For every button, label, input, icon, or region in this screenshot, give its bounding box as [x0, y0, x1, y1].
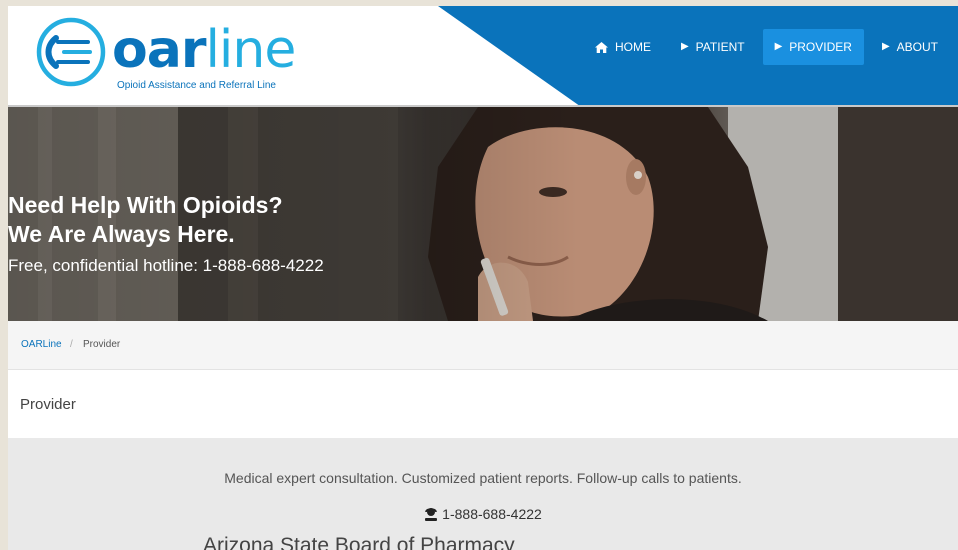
logo-tagline: Opioid Assistance and Referral Line — [117, 80, 276, 91]
breadcrumb-current: Provider — [83, 339, 121, 350]
nav-label-patient: PATIENT — [695, 40, 745, 54]
breadcrumb-home-link[interactable]: OARLine — [21, 321, 62, 369]
page-title: Provider — [20, 396, 76, 413]
logo-word-bold: oar — [112, 20, 206, 80]
nav-item-home[interactable]: HOME — [583, 29, 663, 65]
home-icon — [594, 41, 615, 53]
panel-phone-row: 1-888-688-4222 — [8, 506, 958, 522]
main-nav: HOME ▶ PATIENT ▶ PROVIDER ▶ ABOUT — [577, 29, 958, 65]
page: oarline Opioid Assistance and Referral L… — [8, 6, 958, 550]
nav-label-provider: PROVIDER — [789, 40, 852, 54]
hero-subtext: Free, confidential hotline: 1-888-688-42… — [8, 256, 324, 275]
panel-description: Medical expert consultation. Customized … — [224, 470, 742, 486]
caret-right-icon: ▶ — [774, 41, 783, 52]
phone-operator-icon — [424, 507, 438, 521]
breadcrumb: OARLine / Provider — [8, 321, 958, 370]
breadcrumb-separator: / — [70, 339, 73, 350]
hero-heading-line2: We Are Always Here. — [8, 221, 235, 247]
logo-word-thin: line — [205, 20, 296, 80]
site-logo[interactable]: oarline Opioid Assistance and Referral L… — [34, 14, 334, 94]
logo-wordmark: oarline — [112, 20, 296, 80]
nav-label-about: ABOUT — [896, 40, 938, 54]
nav-item-patient[interactable]: ▶ PATIENT — [669, 29, 757, 65]
caret-right-icon: ▶ — [680, 41, 689, 52]
nav-item-about[interactable]: ▶ ABOUT — [870, 29, 950, 65]
caret-right-icon: ▶ — [881, 41, 890, 52]
nav-label-home: HOME — [614, 40, 651, 54]
panel-org-heading: Arizona State Board of Pharmacy — [203, 534, 515, 550]
site-header: oarline Opioid Assistance and Referral L… — [8, 6, 958, 105]
nav-item-provider[interactable]: ▶ PROVIDER — [762, 29, 864, 65]
provider-info-panel: Medical expert consultation. Customized … — [8, 438, 958, 550]
hero-banner: Need Help With Opioids? We Are Always He… — [8, 107, 958, 321]
hero-heading-line1: Need Help With Opioids? — [8, 192, 283, 218]
panel-phone-number[interactable]: 1-888-688-4222 — [442, 506, 542, 522]
logo-mark-icon — [36, 17, 106, 87]
